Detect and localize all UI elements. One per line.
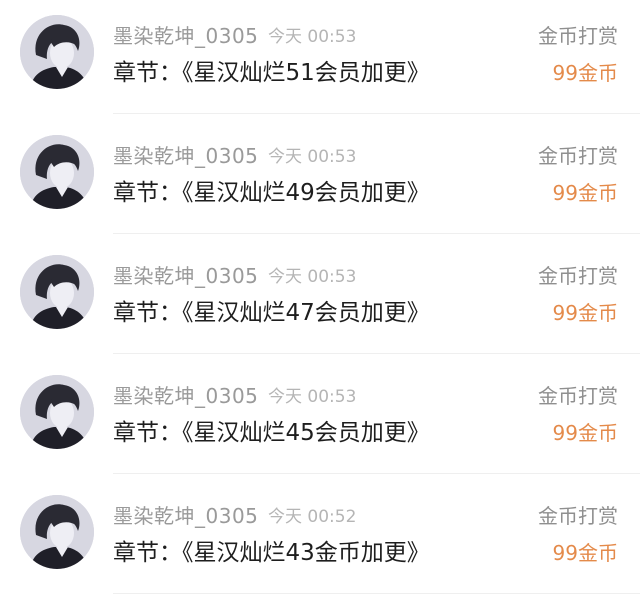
list-item[interactable]: 墨染乾坤_0305 今天 00:52 金币打赏 章节：《星汉灿烂43金币加更》 … (0, 480, 640, 595)
chapter-title[interactable]: 章节：《星汉灿烂43金币加更》 (113, 537, 430, 569)
list-item[interactable]: 墨染乾坤_0305 今天 00:53 金币打赏 章节：《星汉灿烂49会员加更》 … (0, 120, 640, 240)
gift-type-label: 金币打赏 (538, 384, 618, 408)
avatar-photo-icon (20, 255, 94, 329)
username[interactable]: 墨染乾坤_0305 (113, 142, 258, 170)
avatar[interactable] (20, 15, 94, 89)
avatar[interactable] (20, 135, 94, 209)
gift-type-label: 金币打赏 (538, 24, 618, 48)
reward-record-list: 墨染乾坤_0305 今天 00:53 金币打赏 章节：《星汉灿烂51会员加更》 … (0, 0, 640, 595)
username[interactable]: 墨染乾坤_0305 (113, 382, 258, 410)
row-divider (113, 113, 640, 114)
username[interactable]: 墨染乾坤_0305 (113, 262, 258, 290)
coin-amount: 99金币 (552, 61, 618, 85)
row-divider (113, 233, 640, 234)
timestamp: 今天 00:53 (268, 267, 357, 287)
coin-amount: 99金币 (552, 541, 618, 565)
avatar-photo-icon (20, 15, 94, 89)
timestamp: 今天 00:53 (268, 147, 357, 167)
row-divider (113, 473, 640, 474)
coin-amount: 99金币 (552, 301, 618, 325)
gift-type-label: 金币打赏 (538, 504, 618, 528)
chapter-title[interactable]: 章节：《星汉灿烂51会员加更》 (113, 57, 430, 89)
row-divider (113, 353, 640, 354)
chapter-title[interactable]: 章节：《星汉灿烂47会员加更》 (113, 297, 430, 329)
gift-type-label: 金币打赏 (538, 144, 618, 168)
chapter-title[interactable]: 章节：《星汉灿烂45会员加更》 (113, 417, 430, 449)
list-item[interactable]: 墨染乾坤_0305 今天 00:53 金币打赏 章节：《星汉灿烂47会员加更》 … (0, 240, 640, 360)
timestamp: 今天 00:53 (268, 27, 357, 47)
coin-amount: 99金币 (552, 421, 618, 445)
chapter-title[interactable]: 章节：《星汉灿烂49会员加更》 (113, 177, 430, 209)
list-item[interactable]: 墨染乾坤_0305 今天 00:53 金币打赏 章节：《星汉灿烂51会员加更》 … (0, 0, 640, 120)
avatar[interactable] (20, 375, 94, 449)
coin-amount: 99金币 (552, 181, 618, 205)
avatar-photo-icon (20, 495, 94, 569)
avatar-photo-icon (20, 375, 94, 449)
username[interactable]: 墨染乾坤_0305 (113, 22, 258, 50)
timestamp: 今天 00:52 (268, 507, 357, 527)
list-item[interactable]: 墨染乾坤_0305 今天 00:53 金币打赏 章节：《星汉灿烂45会员加更》 … (0, 360, 640, 480)
gift-type-label: 金币打赏 (538, 264, 618, 288)
avatar-photo-icon (20, 135, 94, 209)
row-divider (113, 593, 640, 594)
username[interactable]: 墨染乾坤_0305 (113, 502, 258, 530)
avatar[interactable] (20, 255, 94, 329)
timestamp: 今天 00:53 (268, 387, 357, 407)
avatar[interactable] (20, 495, 94, 569)
